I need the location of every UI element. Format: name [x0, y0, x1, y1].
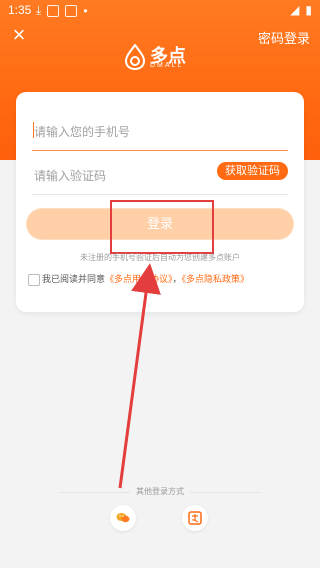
brand-logo: 多点 DMALL — [124, 40, 204, 80]
app-icon-2 — [65, 4, 78, 17]
agreement-prefix: 我已阅读并同意 — [42, 274, 106, 284]
status-notification-icons: ⤓ • — [36, 3, 88, 18]
other-login-title: 其他登录方式 — [136, 487, 184, 496]
password-login-link[interactable]: 密码登录 — [258, 28, 310, 47]
status-time: 1:35 — [8, 3, 32, 17]
brand-name-en: DMALL — [150, 62, 184, 69]
wechat-login-button[interactable] — [110, 505, 136, 531]
wechat-icon — [116, 513, 130, 523]
login-screen: 1:35 ⤓ • ◢ ▮ × 密码登录 多点 DMALL 请输入您的手机号 请输… — [0, 0, 320, 568]
alipay-login-button[interactable] — [182, 505, 208, 531]
agreement-separator: ， — [172, 274, 182, 284]
code-field: 获取验证码 — [32, 154, 288, 195]
agreement-checkbox[interactable] — [28, 274, 40, 286]
dot-icon: • — [83, 3, 88, 18]
user-agreement-link[interactable]: 《多点用户协议》 — [105, 274, 173, 284]
login-button[interactable]: 登录 — [26, 208, 294, 240]
logo-drop-icon — [124, 44, 146, 70]
phone-input[interactable] — [32, 118, 286, 146]
app-icon — [47, 4, 60, 17]
registration-hint: 未注册的手机号验证后自动为您创建多点账户 — [80, 253, 240, 262]
status-system-icons: ◢ ▮ — [290, 3, 312, 17]
divider-right — [190, 492, 260, 493]
close-icon[interactable]: × — [10, 24, 28, 46]
get-code-button[interactable]: 获取验证码 — [217, 162, 288, 180]
agreement-text: 我已阅读并同意《多点用户协议》，《多点隐私政策》 — [42, 272, 278, 286]
alipay-icon — [188, 511, 202, 525]
phone-field — [32, 110, 288, 151]
privacy-policy-link[interactable]: 《多点隐私政策》 — [182, 274, 250, 284]
status-bar: 1:35 ⤓ • ◢ ▮ — [0, 0, 320, 20]
download-icon: ⤓ — [36, 3, 42, 17]
signal-icon: ▮ — [305, 3, 312, 17]
wifi-icon: ◢ — [290, 3, 300, 17]
